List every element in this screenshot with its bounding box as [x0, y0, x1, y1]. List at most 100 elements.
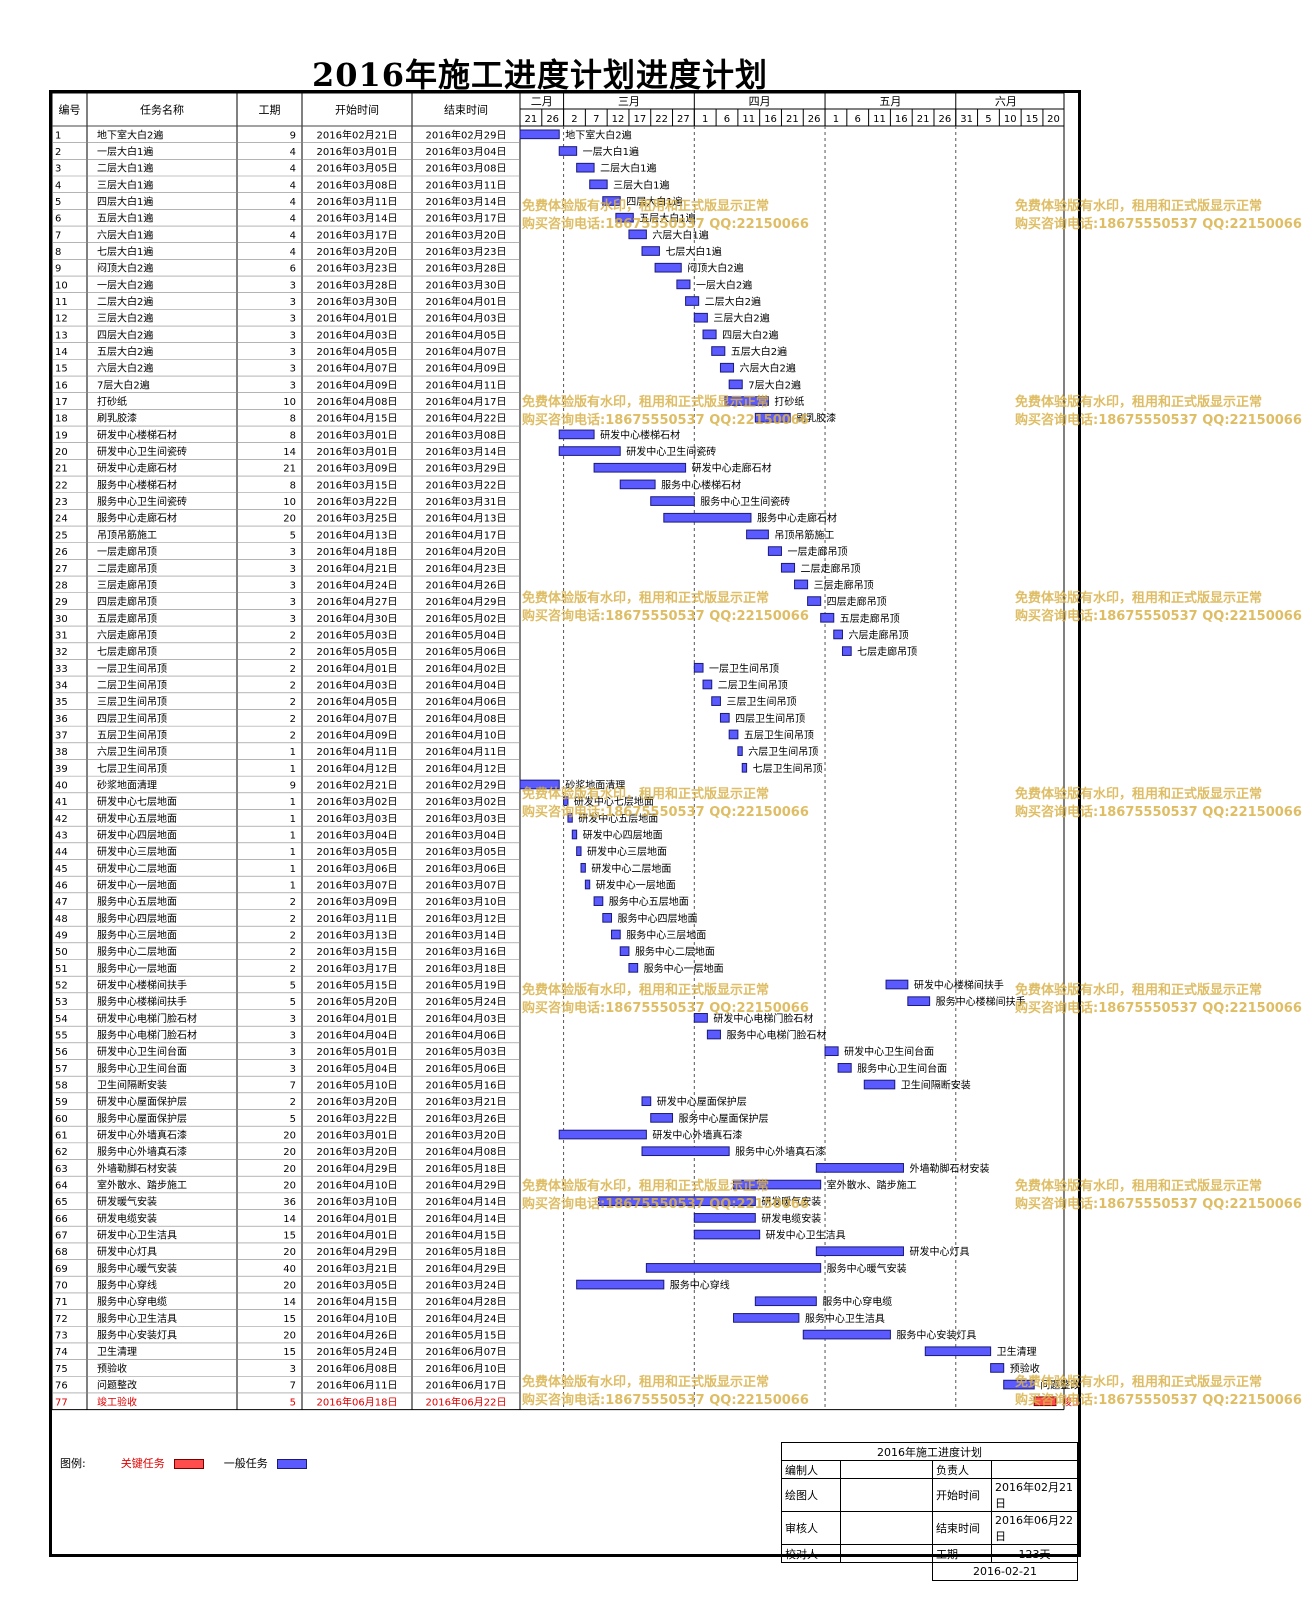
task-name: 七层大白1遍: [97, 245, 153, 258]
task-name: 卫生清理: [97, 1345, 137, 1358]
task-bar: [711, 346, 726, 356]
task-id: 71: [55, 1297, 68, 1308]
task-bar-label: 六层大白1遍: [652, 228, 708, 241]
day-tick-label: 20: [1047, 114, 1060, 125]
task-duration: 2: [290, 680, 296, 691]
task-id: 26: [55, 547, 68, 558]
task-bar-label: 四层大白2遍: [722, 328, 778, 341]
gantt-chart: 编号 任务名称 工期 开始时间 结束时间二月 三月 四月 五月 六月21 26 2 7 12 17 22 27…: [52, 93, 1078, 1411]
task-start: 2016年04月24日: [317, 578, 398, 591]
task-start: 2016年04月03日: [317, 678, 398, 691]
day-tick-label: 21: [786, 114, 799, 125]
task-id: 34: [55, 680, 68, 691]
task-duration: 4: [290, 147, 296, 158]
task-id: 69: [55, 1264, 68, 1275]
task-end: 2016年04月14日: [426, 1195, 507, 1208]
task-duration: 3: [290, 1031, 296, 1042]
task-id: 16: [55, 380, 68, 391]
task-name: 服务中心卫生间台面: [97, 1062, 187, 1075]
task-id: 22: [55, 480, 68, 491]
task-end: 2016年04月14日: [426, 1212, 507, 1225]
task-name: 研发中心灯具: [97, 1245, 157, 1258]
task-start: 2016年05月05日: [317, 645, 398, 658]
task-end: 2016年03月16日: [426, 945, 507, 958]
task-start: 2016年03月11日: [317, 912, 398, 925]
day-tick-label: 6: [724, 114, 730, 125]
task-start: 2016年04月03日: [317, 328, 398, 341]
task-id: 8: [55, 247, 61, 258]
legend-normal-label: 一般任务: [223, 1457, 268, 1470]
task-duration: 3: [290, 314, 296, 325]
task-id: 47: [55, 897, 68, 908]
task-end: 2016年03月07日: [426, 878, 507, 891]
header-cell: 编号: [59, 103, 81, 117]
task-start: 2016年04月15日: [317, 1295, 398, 1308]
task-end: 2016年03月20日: [426, 228, 507, 241]
signoff-cell: 审核人: [781, 1511, 841, 1545]
task-bar-label: 研发中心五层地面: [578, 812, 658, 825]
task-start: 2016年03月07日: [317, 878, 398, 891]
task-duration: 14: [283, 1297, 296, 1308]
task-bar: [563, 796, 569, 806]
task-start: 2016年05月15日: [317, 979, 398, 992]
task-bar: [737, 746, 743, 756]
task-duration: 1: [290, 880, 296, 891]
header-cell: 结束时间: [444, 104, 488, 117]
task-end: 2016年03月08日: [426, 428, 507, 441]
task-bar: [990, 1363, 1005, 1373]
task-start: 2016年03月28日: [317, 278, 398, 291]
legend-normal-swatch: [277, 1459, 308, 1469]
task-bar: [619, 946, 630, 957]
task-id: 52: [55, 981, 68, 992]
task-bar: [593, 896, 604, 906]
task-id: 59: [55, 1097, 68, 1108]
task-end: 2016年04月07日: [426, 345, 507, 358]
task-name: 研发中心卫生间台面: [97, 1045, 187, 1058]
task-start: 2016年04月29日: [317, 1162, 398, 1175]
task-end: 2016年03月10日: [426, 895, 507, 908]
task-name: 五层卫生间吊顶: [97, 728, 167, 741]
task-id: 73: [55, 1331, 68, 1342]
task-name: 一层大白2遍: [97, 278, 153, 291]
task-bar-label: 服务中心屋面保护层: [679, 1112, 769, 1125]
header-cell: 开始时间: [335, 103, 379, 117]
task-start: 2016年04月10日: [317, 1312, 398, 1325]
signoff-cell: 2016年02月21日: [991, 1478, 1078, 1512]
task-bar-label: 服务中心二层地面: [635, 945, 715, 958]
task-duration: 14: [283, 1214, 296, 1225]
task-name: 二层大白2遍: [97, 295, 153, 308]
task-end: 2016年03月30日: [426, 278, 507, 291]
task-duration: 3: [290, 364, 296, 375]
task-name: 研发暖气安装: [97, 1195, 157, 1208]
task-duration: 2: [290, 914, 296, 925]
task-bar-label: 五层卫生间吊顶: [744, 728, 814, 741]
task-start: 2016年04月07日: [317, 712, 398, 725]
task-start: 2016年03月01日: [317, 428, 398, 441]
task-bar-label: 服务中心安装灯具: [896, 1329, 976, 1342]
task-start: 2016年03月14日: [317, 212, 398, 225]
task-bar: [833, 629, 843, 640]
task-bar: [615, 212, 634, 223]
task-name: 服务中心四层地面: [97, 912, 177, 925]
task-end: 2016年02月29日: [426, 778, 507, 791]
task-name: 服务中心安装灯具: [97, 1329, 177, 1342]
task-end: 2016年04月15日: [426, 1229, 507, 1242]
task-id: 3: [55, 164, 61, 175]
task-bar-label: 研发中心走廊石材: [692, 462, 772, 475]
task-bar: [719, 362, 735, 373]
month-label: 四月: [749, 95, 771, 108]
task-bar-label: 四层走廊吊顶: [827, 595, 887, 608]
task-name: 二层走廊吊顶: [97, 562, 157, 575]
task-start: 2016年02月21日: [317, 778, 398, 791]
task-bar-label: 研发中心二层地面: [591, 862, 671, 875]
task-bar-label: 六层走廊吊顶: [848, 628, 908, 641]
task-start: 2016年04月18日: [317, 545, 398, 558]
task-end: 2016年04月08日: [426, 712, 507, 725]
task-name: 服务中心暖气安装: [97, 1262, 177, 1275]
task-end: 2016年04月06日: [426, 1029, 507, 1042]
task-start: 2016年03月09日: [317, 462, 398, 475]
task-end: 2016年02月29日: [426, 128, 507, 141]
task-name: 闷顶大白2遍: [97, 262, 153, 275]
task-end: 2016年03月08日: [426, 162, 507, 175]
task-start: 2016年03月01日: [317, 445, 398, 458]
